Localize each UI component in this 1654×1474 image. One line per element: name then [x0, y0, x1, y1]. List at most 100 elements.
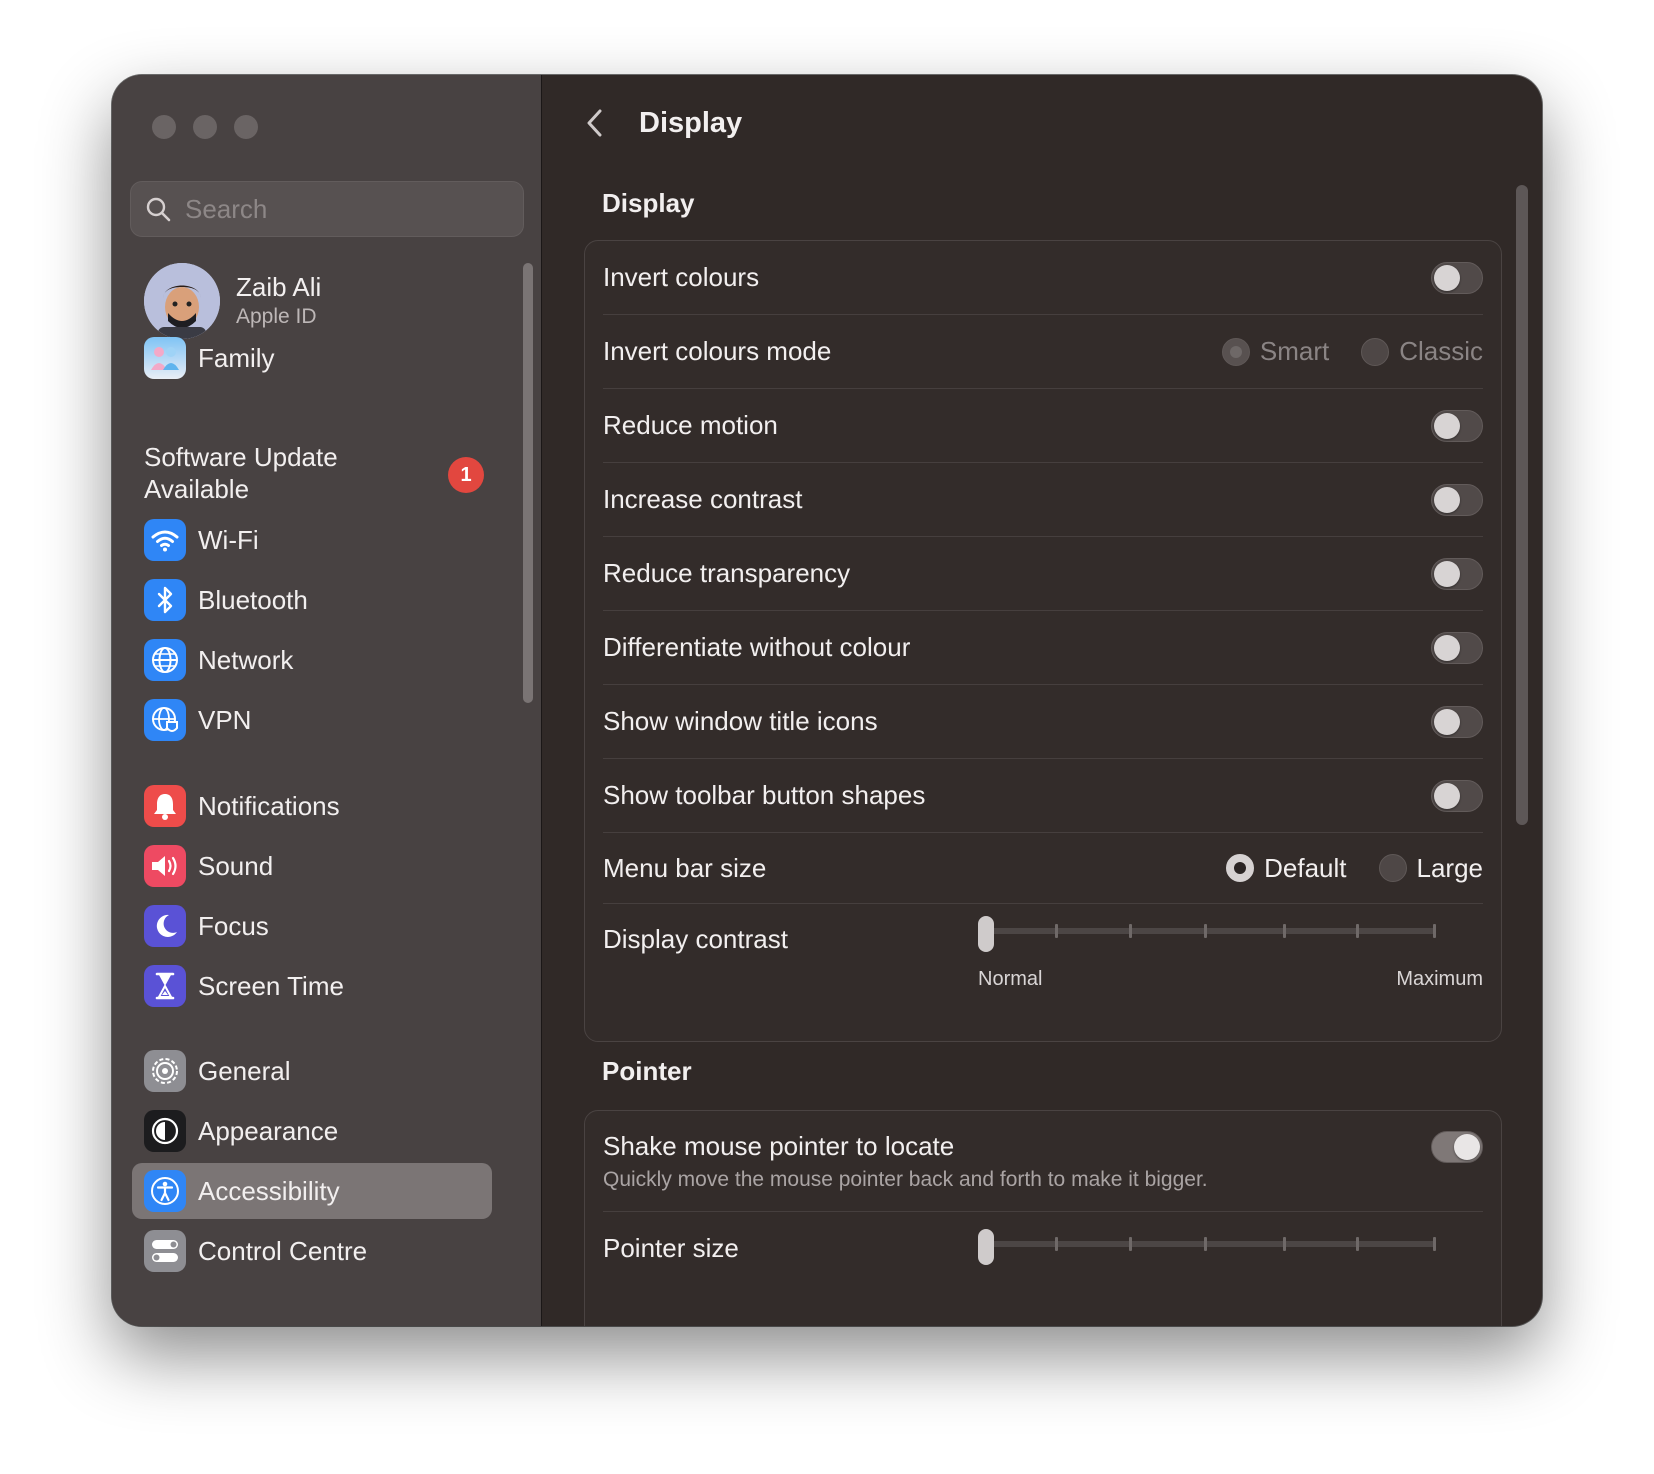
system-settings-window: Zaib Ali Apple ID Family Software Update… [112, 75, 1542, 1326]
family-icon [144, 337, 186, 379]
row-invert-colours-mode: Invert colours mode Smart Classic [603, 315, 1483, 389]
increase-contrast-toggle[interactable] [1431, 483, 1483, 516]
sidebar: Zaib Ali Apple ID Family Software Update… [112, 75, 542, 1326]
minimize-window-button[interactable] [193, 115, 217, 139]
close-window-button[interactable] [152, 115, 176, 139]
row-show-toolbar-button-shapes: Show toolbar button shapes [603, 759, 1483, 833]
sidebar-item-notifications[interactable]: Notifications [132, 778, 492, 834]
sidebar-item-sound[interactable]: Sound [132, 838, 492, 894]
speaker-icon [144, 845, 186, 887]
row-invert-colours: Invert colours [603, 241, 1483, 315]
page-title: Display [639, 107, 743, 139]
radio-large[interactable]: Large [1378, 852, 1484, 884]
radio-smart-label: Smart [1259, 336, 1330, 366]
section-title-display: Display [602, 188, 695, 218]
apple-id-profile[interactable]: Zaib Ali Apple ID [144, 263, 321, 339]
search-icon [146, 197, 171, 222]
sidebar-item-vpn[interactable]: VPN [132, 692, 492, 748]
window-controls [152, 115, 258, 139]
sidebar-item-accessibility[interactable]: Accessibility [132, 1163, 492, 1219]
pointer-settings-card: Shake mouse pointer to locate Quickly mo… [584, 1110, 1502, 1326]
reduce-motion-toggle[interactable] [1431, 409, 1483, 442]
radio-classic-label: Classic [1399, 336, 1483, 366]
shake-pointer-label: Shake mouse pointer to locate [603, 1131, 955, 1161]
sidebar-item-label: Network [198, 644, 294, 675]
slider-min-label: Normal [978, 968, 1043, 990]
sidebar-item-appearance[interactable]: Appearance [132, 1103, 492, 1159]
differentiate-toggle[interactable] [1431, 631, 1483, 664]
gear-icon [144, 1050, 186, 1092]
invert-mode-radio-group: Smart Classic [1190, 336, 1483, 367]
slider-max-label: Maximum [1396, 968, 1483, 990]
sidebar-scrollbar[interactable] [523, 263, 533, 703]
chevron-left-icon [587, 109, 602, 137]
sidebar-item-label: Appearance [198, 1115, 339, 1146]
reduce-motion-label: Reduce motion [603, 410, 778, 440]
main-pane: Display Display Invert colours Invert co… [542, 75, 1542, 1326]
search-field[interactable] [130, 181, 524, 237]
sidebar-item-family[interactable]: Family [132, 330, 492, 386]
software-update-available[interactable]: Software Update Available 1 [144, 441, 484, 505]
title-icons-label: Show window title icons [603, 706, 878, 736]
invert-colours-mode-label: Invert colours mode [603, 336, 832, 366]
radio-smart[interactable]: Smart [1221, 336, 1330, 367]
profile-name: Zaib Ali [236, 272, 322, 302]
sidebar-item-focus[interactable]: Focus [132, 898, 492, 954]
pointer-size-slider-thumb[interactable] [978, 1229, 994, 1265]
display-settings-card: Invert colours Invert colours mode Smart… [584, 240, 1502, 1042]
shake-pointer-description: Quickly move the mouse pointer back and … [603, 1168, 1208, 1191]
wifi-icon [144, 519, 186, 561]
radio-default-label: Default [1264, 852, 1347, 883]
accessibility-icon [144, 1170, 186, 1212]
section-title-pointer: Pointer [602, 1056, 692, 1086]
invert-colours-label: Invert colours [603, 262, 760, 292]
display-contrast-slider[interactable] [978, 916, 1436, 952]
globe-icon [144, 639, 186, 681]
update-line-1: Software Update [144, 442, 338, 472]
sidebar-item-label: Family [198, 342, 275, 373]
radio-default[interactable]: Default [1226, 852, 1347, 884]
toolbar-shapes-toggle[interactable] [1431, 779, 1483, 812]
row-menu-bar-size: Menu bar size Default Large [603, 833, 1483, 904]
sidebar-item-label: Bluetooth [198, 584, 308, 615]
search-input[interactable] [183, 192, 487, 226]
moon-icon [144, 905, 186, 947]
pointer-size-slider[interactable] [978, 1229, 1436, 1265]
shake-pointer-toggle[interactable] [1431, 1131, 1483, 1163]
sidebar-item-network[interactable]: Network [132, 632, 492, 688]
update-line-2: Available [144, 474, 250, 504]
control-centre-icon [144, 1230, 186, 1272]
reduce-transparency-toggle[interactable] [1431, 557, 1483, 590]
row-differentiate-without-colour: Differentiate without colour [603, 611, 1483, 685]
invert-colours-toggle[interactable] [1431, 261, 1483, 294]
sidebar-item-general[interactable]: General [132, 1043, 492, 1099]
vpn-globe-icon [144, 699, 186, 741]
sidebar-item-control-centre[interactable]: Control Centre [132, 1223, 492, 1279]
sidebar-item-label: Sound [198, 850, 274, 881]
sidebar-item-label: Screen Time [198, 970, 344, 1001]
zoom-window-button[interactable] [234, 115, 258, 139]
differentiate-label: Differentiate without colour [603, 632, 911, 662]
hourglass-icon [144, 965, 186, 1007]
row-reduce-motion: Reduce motion [603, 389, 1483, 463]
sidebar-item-label: Accessibility [198, 1175, 340, 1206]
sidebar-item-screen-time[interactable]: Screen Time [132, 958, 492, 1014]
increase-contrast-label: Increase contrast [603, 484, 803, 514]
back-button[interactable] [582, 105, 608, 146]
avatar [144, 263, 220, 339]
title-icons-toggle[interactable] [1431, 705, 1483, 738]
main-scrollbar[interactable] [1516, 185, 1528, 825]
sidebar-item-label: Focus [198, 910, 269, 941]
row-show-window-title-icons: Show window title icons [603, 685, 1483, 759]
sidebar-item-wifi[interactable]: Wi-Fi [132, 512, 492, 568]
sidebar-item-bluetooth[interactable]: Bluetooth [132, 572, 492, 628]
row-shake-pointer: Shake mouse pointer to locate Quickly mo… [603, 1111, 1483, 1212]
radio-large-label: Large [1416, 852, 1484, 883]
sidebar-item-label: General [198, 1055, 291, 1086]
sidebar-item-label: VPN [198, 704, 252, 735]
menu-bar-size-label: Menu bar size [603, 852, 767, 883]
display-contrast-slider-thumb[interactable] [978, 916, 994, 952]
bluetooth-icon [144, 579, 186, 621]
radio-classic[interactable]: Classic [1361, 336, 1483, 367]
sidebar-item-label: Control Centre [198, 1235, 368, 1266]
